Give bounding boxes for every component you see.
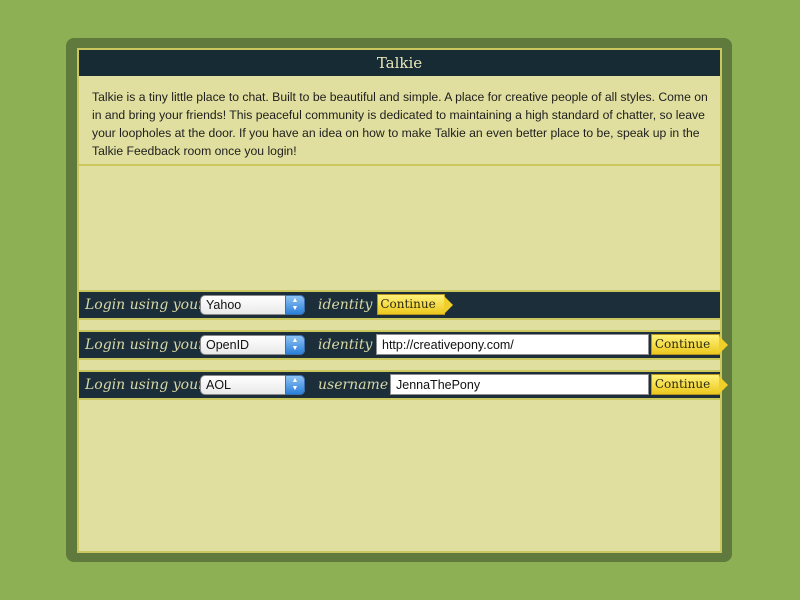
login-prefix-label: Login using your — [85, 297, 205, 313]
login-prefix-label: Login using your — [85, 337, 205, 353]
login-suffix-label: identity — [318, 297, 373, 313]
openid-url-input[interactable] — [376, 334, 649, 355]
provider-select-value: OpenID — [206, 338, 250, 352]
intro-text: Talkie is a tiny little place to chat. B… — [79, 78, 720, 166]
login-prefix-label: Login using your — [85, 377, 205, 393]
provider-select-aol[interactable]: AOL ▲ ▼ — [200, 375, 305, 395]
page-title: Talkie — [79, 50, 720, 76]
continue-button-yahoo[interactable]: Continue — [377, 294, 453, 315]
login-suffix-label: identity — [318, 337, 373, 353]
up-down-arrows-icon: ▲ ▼ — [285, 295, 305, 315]
aol-username-input[interactable] — [390, 374, 649, 395]
talkie-panel: Talkie Talkie is a tiny little place to … — [77, 48, 728, 553]
provider-select-value: Yahoo — [206, 298, 242, 312]
login-row-yahoo: Login using your Yahoo ▲ ▼ identity Conti… — [79, 290, 720, 320]
continue-button-aol[interactable]: Continue — [651, 374, 728, 395]
up-down-arrows-icon: ▲ ▼ — [285, 375, 305, 395]
login-suffix-label: username — [318, 377, 389, 393]
provider-select-yahoo[interactable]: Yahoo ▲ ▼ — [200, 295, 305, 315]
provider-select-value: AOL — [206, 378, 232, 392]
login-row-openid: Login using your OpenID ▲▼ identity Cont… — [79, 330, 728, 360]
continue-button-openid[interactable]: Continue — [651, 334, 728, 355]
login-row-aol: Login using your AOL ▲▼ username Continu… — [79, 370, 728, 400]
provider-select-openid[interactable]: OpenID ▲ ▼ — [200, 335, 305, 355]
up-down-arrows-icon: ▲ ▼ — [285, 335, 305, 355]
